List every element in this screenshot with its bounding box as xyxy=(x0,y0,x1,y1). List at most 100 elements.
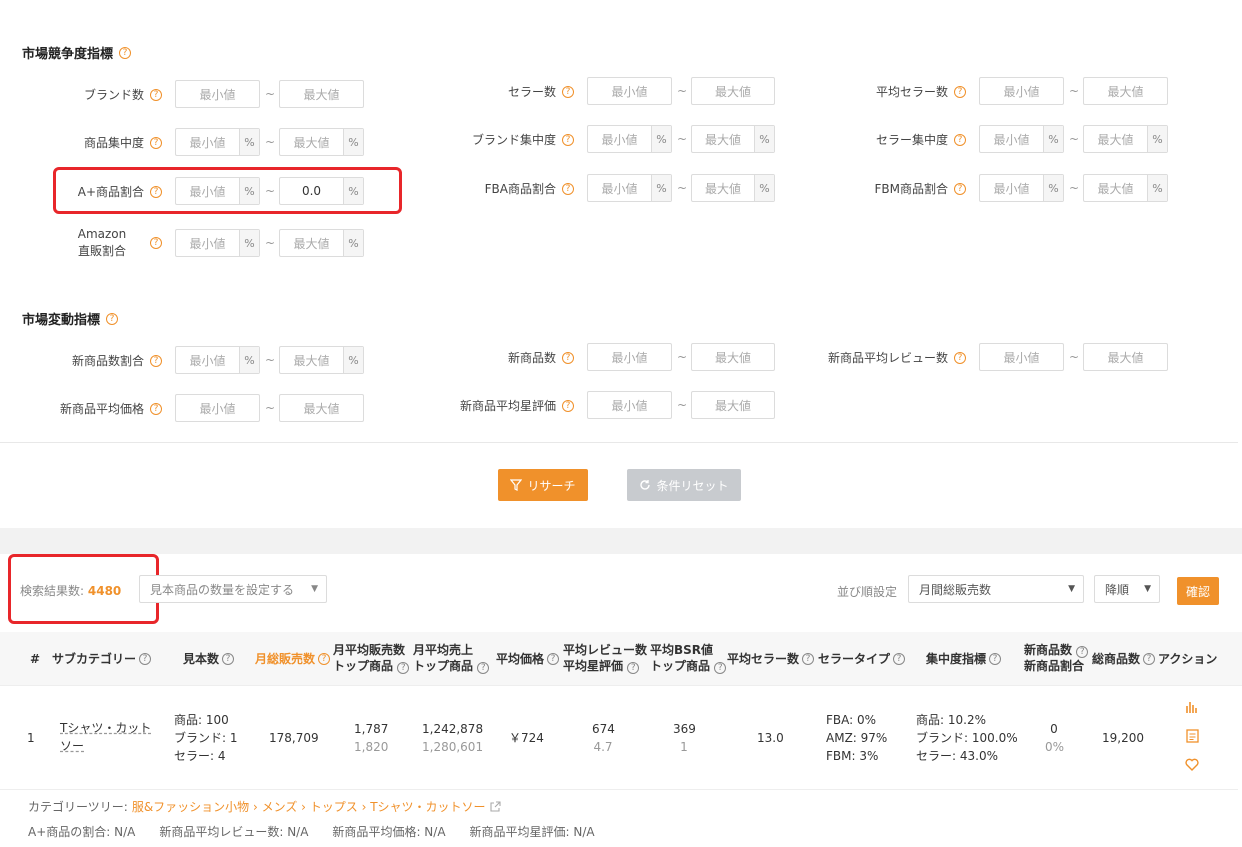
help-icon[interactable]: ? xyxy=(150,354,162,367)
amazon-direct-min[interactable]: 最小値% xyxy=(175,229,260,257)
help-icon[interactable]: ? xyxy=(627,662,640,674)
new-star-min[interactable]: 最小値 xyxy=(587,391,672,419)
help-icon[interactable]: ? xyxy=(139,653,152,665)
help-icon[interactable]: ? xyxy=(954,133,966,146)
sample-count-select[interactable]: 見本商品の数量を設定する ▼ xyxy=(139,575,327,603)
seller-count-label: セラー数? xyxy=(440,83,574,100)
th-avg-revenue[interactable]: 月平均売上 トップ商品 ? xyxy=(413,642,490,674)
th-avg-bsr[interactable]: 平均BSR値 トップ商品 ? xyxy=(650,642,727,674)
help-icon[interactable]: ? xyxy=(150,136,162,149)
th-avg-sales[interactable]: 月平均販売数 トップ商品 ? xyxy=(333,642,410,674)
research-button[interactable]: リサーチ xyxy=(498,469,588,501)
th-avg-review[interactable]: 平均レビュー数 平均星評価 ? xyxy=(563,642,647,674)
range-tilde: ~ xyxy=(265,135,276,149)
help-icon[interactable]: ? xyxy=(547,653,560,665)
new-review-max[interactable]: 最大値 xyxy=(1083,343,1168,371)
help-icon[interactable]: ? xyxy=(150,88,162,101)
range-tilde: ~ xyxy=(677,350,688,364)
help-icon[interactable]: ? xyxy=(106,312,119,325)
help-icon[interactable]: ? xyxy=(893,653,906,665)
avg-seller-label: 平均セラー数? xyxy=(830,83,966,100)
help-icon[interactable]: ? xyxy=(954,182,966,195)
help-icon[interactable]: ? xyxy=(802,653,815,665)
seller-conc-min[interactable]: 最小値% xyxy=(979,125,1064,153)
th-total-products[interactable]: 総商品数? xyxy=(1092,651,1156,667)
external-link-icon[interactable] xyxy=(489,801,501,812)
help-icon[interactable]: ? xyxy=(150,402,162,415)
fbm-ratio-min[interactable]: 最小値% xyxy=(979,174,1064,202)
help-icon[interactable]: ? xyxy=(222,653,235,665)
help-icon[interactable]: ? xyxy=(1076,646,1089,658)
brand-count-max[interactable]: 最大値 xyxy=(279,80,364,108)
help-icon[interactable]: ? xyxy=(562,351,574,364)
help-icon[interactable]: ? xyxy=(954,351,966,364)
brand-conc-min[interactable]: 最小値% xyxy=(587,125,672,153)
th-avg-seller[interactable]: 平均セラー数? xyxy=(727,651,815,667)
help-icon[interactable]: ? xyxy=(119,46,132,59)
new-ratio-max[interactable]: 最大値% xyxy=(279,346,364,374)
help-icon[interactable]: ? xyxy=(318,653,331,665)
new-ratio-min[interactable]: 最小値% xyxy=(175,346,260,374)
help-icon[interactable]: ? xyxy=(562,399,574,412)
help-icon[interactable]: ? xyxy=(1143,653,1156,665)
fbm-ratio-max[interactable]: 最大値% xyxy=(1083,174,1168,202)
seller-count-min[interactable]: 最小値 xyxy=(587,77,672,105)
seller-count-max[interactable]: 最大値 xyxy=(691,77,775,105)
help-icon[interactable]: ? xyxy=(954,85,966,98)
new-products-cell: 0 0% xyxy=(1045,722,1065,754)
avg-seller-min[interactable]: 最小値 xyxy=(979,77,1064,105)
new-price-label: 新商品平均価格? xyxy=(40,400,162,417)
help-icon[interactable]: ? xyxy=(562,85,574,98)
confirm-button[interactable]: 確認 xyxy=(1177,577,1219,605)
th-avg-price[interactable]: 平均価格? xyxy=(496,651,560,667)
brand-conc-max[interactable]: 最大値% xyxy=(691,125,775,153)
avg-sales-cell: 1,787 1,820 xyxy=(354,722,389,754)
reset-button[interactable]: 条件リセット xyxy=(627,469,741,501)
range-tilde: ~ xyxy=(265,236,276,250)
seller-conc-max[interactable]: 最大値% xyxy=(1083,125,1168,153)
fba-ratio-min[interactable]: 最小値% xyxy=(587,174,672,202)
category-tree-link[interactable]: 服&ファッション小物 › メンズ › トップス › Tシャツ・カットソー xyxy=(132,798,486,815)
new-price-min[interactable]: 最小値 xyxy=(175,394,260,422)
brand-count-label: ブランド数? xyxy=(40,86,162,103)
th-sample[interactable]: 見本数? xyxy=(183,651,235,667)
help-icon[interactable]: ? xyxy=(150,237,162,249)
th-new-products[interactable]: 新商品数 ? 新商品割合 xyxy=(1024,642,1089,674)
new-count-max[interactable]: 最大値 xyxy=(691,343,775,371)
sort-select[interactable]: 月間総販売数 ▼ xyxy=(908,575,1084,603)
bar-chart-icon[interactable] xyxy=(1185,700,1199,714)
document-icon[interactable] xyxy=(1186,729,1199,743)
avg-seller-max[interactable]: 最大値 xyxy=(1083,77,1168,105)
th-subcategory[interactable]: サブカテゴリー? xyxy=(52,651,152,667)
help-icon[interactable]: ? xyxy=(562,182,574,195)
help-icon[interactable]: ? xyxy=(714,662,727,674)
th-seller-type[interactable]: セラータイプ? xyxy=(818,651,906,667)
new-review-min[interactable]: 最小値 xyxy=(979,343,1064,371)
help-icon[interactable]: ? xyxy=(989,653,1002,665)
sample-cell: 商品: 100 ブランド: 1 セラー: 4 xyxy=(174,713,238,763)
product-conc-min[interactable]: 最小値% xyxy=(175,128,260,156)
subcategory-link[interactable]: Tシャツ・カット ソー xyxy=(60,719,151,755)
new-count-min[interactable]: 最小値 xyxy=(587,343,672,371)
new-star-max[interactable]: 最大値 xyxy=(691,391,775,419)
product-conc-max[interactable]: 最大値% xyxy=(279,128,364,156)
fba-ratio-max[interactable]: 最大値% xyxy=(691,174,775,202)
caret-down-icon: ▼ xyxy=(311,584,318,594)
avg-price-cell: ￥724 xyxy=(509,731,544,745)
order-select[interactable]: 降順 ▼ xyxy=(1094,575,1160,603)
refresh-icon xyxy=(640,480,651,490)
avg-bsr-cell: 369 1 xyxy=(673,722,696,754)
seller-type-cell: FBA: 0% AMZ: 97% FBM: 3% xyxy=(826,713,888,763)
help-icon[interactable]: ? xyxy=(477,662,490,674)
amazon-direct-max[interactable]: 最大値% xyxy=(279,229,364,257)
heart-icon[interactable] xyxy=(1185,758,1199,771)
new-price-max[interactable]: 最大値 xyxy=(279,394,364,422)
footer-stats: A+商品の割合: N/A 新商品平均レビュー数: N/A 新商品平均価格: N/… xyxy=(28,825,595,839)
th-monthly-sales[interactable]: 月総販売数? xyxy=(255,651,331,667)
help-icon[interactable]: ? xyxy=(562,133,574,146)
help-icon[interactable]: ? xyxy=(397,662,410,674)
filter-icon xyxy=(510,479,523,491)
th-concentration[interactable]: 集中度指標? xyxy=(926,651,1002,667)
brand-count-min[interactable]: 最小値 xyxy=(175,80,260,108)
amazon-direct-label: Amazon 直販割合 xyxy=(77,227,127,258)
